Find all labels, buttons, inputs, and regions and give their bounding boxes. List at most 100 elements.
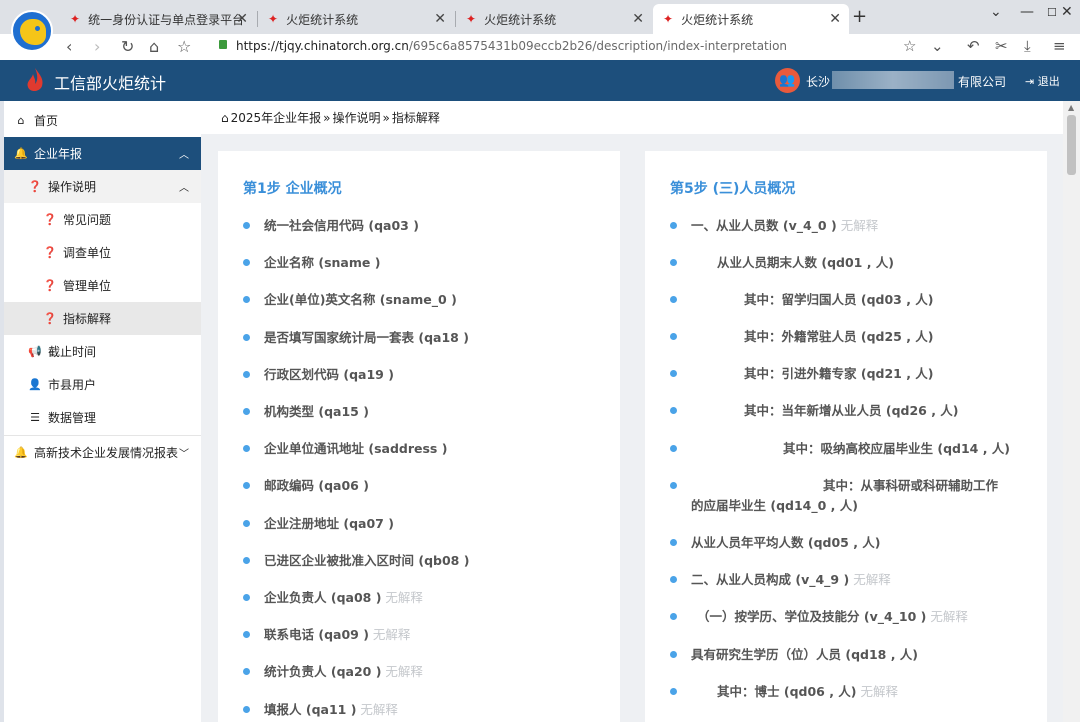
sidebar-item-faq[interactable]: ❓ 常见问题 — [4, 203, 201, 236]
reload-icon[interactable]: ↻ — [121, 37, 134, 56]
breadcrumb-item[interactable]: 操作说明 — [333, 109, 381, 126]
browser-tab[interactable]: ✦ 火炬统计系统 ✕ — [456, 4, 652, 34]
fox-eye — [35, 26, 40, 31]
breadcrumb-item: 指标解释 — [391, 111, 440, 125]
scroll-up-icon[interactable]: ▲ — [1068, 103, 1074, 112]
indicator-label: 二、从业人员构成 (v_4_9 ) — [691, 572, 850, 587]
bullet-dot — [243, 519, 250, 527]
indicator-item[interactable]: 统计负责人 (qa20 ) 无解释 — [243, 662, 593, 682]
question-circle-icon: ❓ — [43, 213, 57, 226]
indicator-item[interactable]: 其中：引进外籍专家 (qd21 , 人) — [670, 364, 1020, 384]
close-icon[interactable]: ✕ — [829, 11, 841, 27]
bullet-dot — [670, 296, 677, 303]
sidebar-item-indicator-interpretation[interactable]: ❓ 指标解释 — [4, 302, 201, 335]
browser-tab[interactable]: ✦ 统一身份认证与单点登录平台 ✕ — [60, 4, 256, 34]
sidebar-item-deadline[interactable]: 📢 截止时间 — [4, 335, 201, 368]
forward-icon[interactable]: › — [94, 37, 100, 56]
indicator-item[interactable]: 填报人 (qa11 ) 无解释 — [243, 700, 593, 720]
chevron-down-icon[interactable]: ⌄ — [990, 4, 1002, 20]
sidebar-item-city-users[interactable]: 👤 市县用户 — [4, 368, 201, 401]
bullet-dot — [670, 222, 677, 229]
sidebar-item-data-management[interactable]: ☰ 数据管理 — [4, 401, 201, 434]
indicator-item[interactable]: （一）按学历、学位及技能分 (v_4_10 ) 无解释 — [670, 607, 1020, 627]
indicator-item[interactable]: 其中：从事科研或科研辅助工作 — [670, 476, 1020, 496]
bullet-dot — [670, 407, 677, 414]
indicator-item[interactable]: 机构类型 (qa15 ) — [243, 402, 593, 422]
breadcrumb-item[interactable]: 2025年企业年报 — [231, 109, 322, 126]
menu-icon[interactable]: ≡ — [1053, 37, 1066, 55]
indicator-item[interactable]: 是否填写国家统计局一套表 (qa18 ) — [243, 328, 593, 348]
indicator-item[interactable]: 联系电话 (qa09 ) 无解释 — [243, 625, 593, 645]
card-title: 第1步 企业概况 — [243, 181, 342, 197]
new-tab-icon[interactable]: + — [852, 6, 867, 27]
indicator-item[interactable]: 从业人员年平均人数 (qd05 , 人) — [670, 533, 1020, 553]
address-bar: ‹ › ↻ ⌂ ☆ https://tjqy.chinatorch.org.cn… — [0, 34, 1080, 60]
indicator-label: 其中：外籍常驻人员 (qd25 , 人) — [744, 329, 934, 344]
minimize-icon[interactable]: — — [1020, 4, 1034, 20]
logout-button[interactable]: ⇥ 退出 — [1025, 73, 1060, 89]
star-icon[interactable]: ☆ — [903, 37, 916, 55]
breadcrumb: ⌂ 2025年企业年报 » 操作说明 » 指标解释 — [201, 101, 1063, 134]
indicator-item[interactable]: 其中：外籍常驻人员 (qd25 , 人) — [670, 327, 1020, 347]
back-icon[interactable]: ‹ — [66, 37, 72, 56]
user-name-prefix[interactable]: 长沙 — [806, 73, 830, 90]
close-icon[interactable]: ✕ — [632, 11, 644, 27]
indicator-item[interactable]: 其中：留学归国人员 (qd03 , 人) — [670, 290, 1020, 310]
indicator-item[interactable]: 已进区企业被批准入区时间 (qb08 ) — [243, 551, 593, 571]
sidebar-item-annual-report[interactable]: 🔔 企业年报 ︿ — [4, 137, 201, 170]
url-field[interactable]: https://tjqy.chinatorch.org.cn/695c6a857… — [236, 39, 787, 53]
indicator-item[interactable]: 企业负责人 (qa08 ) 无解释 — [243, 588, 593, 608]
bullet-dot — [670, 576, 677, 583]
undo-icon[interactable]: ↶ — [967, 37, 980, 55]
close-icon[interactable]: ✕ — [236, 11, 248, 27]
close-window-icon[interactable]: ✕ — [1061, 4, 1073, 20]
indicator-item[interactable]: 一、从业人员数 (v_4_0 ) 无解释 — [670, 216, 1020, 236]
url-path: /695c6a8575431b09eccb2b26/description/in… — [408, 39, 788, 53]
bullet-dot — [670, 370, 677, 377]
indicator-item[interactable]: 二、从业人员构成 (v_4_9 ) 无解释 — [670, 570, 1020, 590]
indicator-item[interactable]: 其中：博士 (qd06 , 人) 无解释 — [670, 682, 1020, 702]
browser-tab[interactable]: ✦ 火炬统计系统 ✕ — [258, 4, 454, 34]
indicator-item[interactable]: 行政区划代码 (qa19 ) — [243, 365, 593, 385]
indicator-item[interactable]: 企业(单位)英文名称 (sname_0 ) — [243, 290, 593, 310]
browser-tab-active[interactable]: ✦ 火炬统计系统 ✕ — [653, 4, 849, 34]
scroll-thumb[interactable] — [1067, 115, 1076, 175]
indicator-item[interactable]: 其中：吸纳高校应届毕业生 (qd14 , 人) — [670, 439, 1020, 459]
indicator-item[interactable]: 邮政编码 (qa06 ) — [243, 476, 593, 496]
user-name-suffix[interactable]: 有限公司 — [958, 73, 1006, 90]
indicator-item[interactable]: 具有研究生学历（位）人员 (qd18 , 人) — [670, 645, 1020, 665]
home-outline-icon[interactable]: ⌂ — [221, 111, 229, 125]
tab-title: 火炬统计系统 — [484, 12, 557, 27]
question-circle-icon: ❓ — [43, 312, 57, 325]
indicator-item[interactable]: 其中：当年新增从业人员 (qd26 , 人) — [670, 401, 1020, 421]
torch-favicon-icon: ✦ — [268, 12, 279, 26]
sidebar-item-management-unit[interactable]: ❓ 管理单位 — [4, 269, 201, 302]
close-icon[interactable]: ✕ — [434, 11, 446, 27]
indicator-item[interactable]: 企业单位通讯地址 (saddress ) — [243, 439, 593, 459]
download-icon[interactable]: ⤓ — [1024, 37, 1031, 55]
page-scrollbar[interactable]: ▲ — [1063, 101, 1080, 722]
home-icon[interactable]: ⌂ — [149, 37, 159, 56]
browser-tab-bar: ✦ 统一身份认证与单点登录平台 ✕ ✦ 火炬统计系统 ✕ ✦ 火炬统计系统 ✕ … — [0, 0, 1080, 34]
browser-logo[interactable] — [11, 10, 53, 52]
bullet-dot — [670, 259, 677, 266]
indicator-item[interactable]: 统一社会信用代码 (qa03 ) — [243, 216, 593, 236]
indicator-item[interactable]: 的应届毕业生 (qd14_0 , 人) — [670, 496, 1020, 516]
sidebar-item-hitech-report[interactable]: 🔔 高新技术企业发展情况报表 ﹀ — [4, 436, 201, 469]
sidebar-item-label: 首页 — [34, 114, 59, 128]
maximize-icon[interactable]: ☐ — [1047, 6, 1057, 19]
card-title: 第5步 (三)人员概况 — [670, 181, 796, 197]
indicator-item[interactable]: 企业注册地址 (qa07 ) — [243, 514, 593, 534]
user-group-icon[interactable]: 👥 — [775, 68, 800, 93]
chevron-down-icon[interactable]: ⌄ — [931, 37, 944, 55]
home-icon: ⌂ — [17, 114, 25, 127]
indicator-item[interactable]: 企业名称 (sname ) — [243, 253, 593, 273]
bookmark-star-icon[interactable]: ☆ — [177, 37, 191, 56]
url-host: https://tjqy.chinatorch.org.cn — [236, 39, 409, 53]
sidebar-item-survey-unit[interactable]: ❓ 调查单位 — [4, 236, 201, 269]
indicator-item[interactable]: 从业人员期末人数 (qd01 , 人) — [670, 253, 1020, 273]
sidebar-item-label: 数据管理 — [48, 411, 97, 425]
sidebar-item-instructions[interactable]: ❓ 操作说明 ︿ — [4, 170, 201, 203]
sidebar-item-home[interactable]: ⌂ 首页 — [4, 104, 201, 137]
scissors-icon[interactable]: ✂ — [995, 37, 1008, 55]
